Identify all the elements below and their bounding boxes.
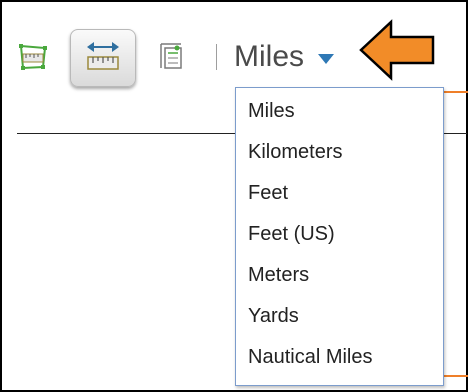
highlight-mark [440,91,468,93]
unit-option[interactable]: Miles [236,91,443,132]
toolbar-separator [216,44,217,70]
measure-widget: Miles M Miles Kilometers Feet Feet (US) … [0,0,468,392]
unit-select-value: Miles [234,40,305,73]
unit-option[interactable]: Nautical Miles [236,337,443,378]
location-measure-icon [160,43,182,69]
area-measure-button[interactable] [18,42,48,72]
unit-option[interactable]: Feet (US) [236,214,443,255]
unit-option[interactable]: Meters [236,255,443,296]
location-measure-button[interactable] [157,40,185,72]
area-measure-icon [19,44,47,70]
unit-dropdown-list: Miles Kilometers Feet Feet (US) Meters Y… [235,87,444,386]
distance-measure-icon [87,42,119,70]
highlight-mark [440,375,468,377]
unit-option[interactable]: Kilometers [236,132,443,173]
distance-measure-button[interactable] [70,29,136,87]
orange-left-arrow-icon [359,19,435,81]
unit-select[interactable]: Miles [234,35,335,79]
triangle-down-icon[interactable] [318,54,335,64]
unit-option[interactable]: Yards [236,296,443,337]
unit-option[interactable]: Feet [236,173,443,214]
